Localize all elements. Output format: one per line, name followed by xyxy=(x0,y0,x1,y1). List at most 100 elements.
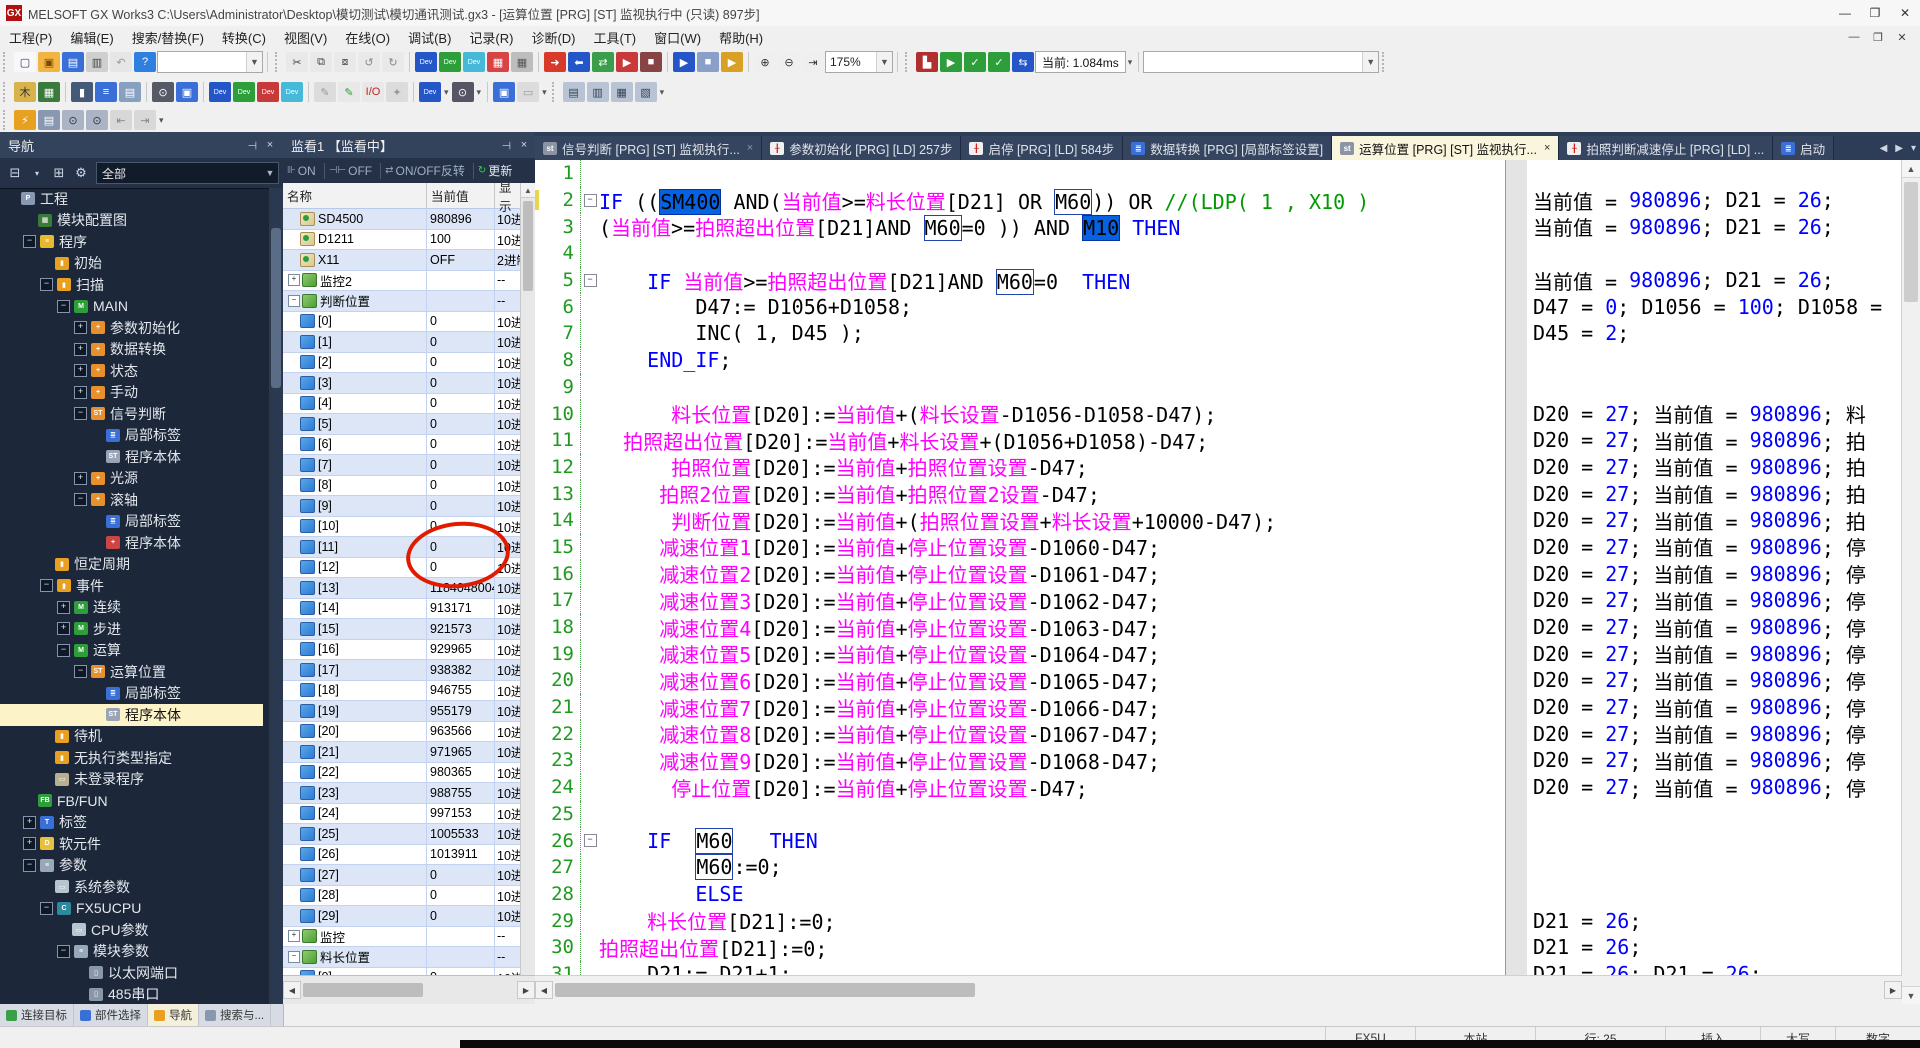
tree-item-以太网端口[interactable]: ▯以太网端口 xyxy=(0,962,263,984)
tree-expander-icon[interactable]: − xyxy=(74,493,87,506)
forced-io-icon[interactable]: ✦ xyxy=(386,82,408,102)
watch-row-[2][interactable]: [2]010进 xyxy=(283,353,521,374)
undo-icon[interactable]: ↺ xyxy=(358,52,380,72)
redo-icon[interactable]: ↻ xyxy=(382,52,404,72)
watch-expander-icon[interactable]: − xyxy=(288,951,300,963)
code-line-14[interactable]: 14 判断位置[D20]:=当前值+(拍照位置设置+料长设置+10000-D47… xyxy=(535,507,1505,534)
code-line-9[interactable]: 9 xyxy=(535,374,1505,401)
code-line-15[interactable]: 15 减速位置1[D20]:=当前值+停止位置设置-D1060-D47; xyxy=(535,534,1505,561)
tree-item-模块配置图[interactable]: ▦模块配置图 xyxy=(0,210,263,232)
watch-current-value[interactable]: 0 xyxy=(427,558,495,578)
tree-item-状态[interactable]: ++状态 xyxy=(0,360,263,382)
watch-current-value[interactable]: 1184048004 xyxy=(427,578,495,598)
tree-expander-icon[interactable]: + xyxy=(74,364,87,377)
tree-expander-icon[interactable]: + xyxy=(57,622,70,635)
tree-item-光源[interactable]: ++光源 xyxy=(0,468,263,490)
watch-expander-icon[interactable]: − xyxy=(288,295,300,307)
code-line-30[interactable]: 30拍照超出位置[D21]:=0; xyxy=(535,934,1505,961)
watch-row-[0][interactable]: [0]010进 xyxy=(283,312,521,333)
watch-row-SD4500[interactable]: SD450098089610进 xyxy=(283,209,521,230)
tree-expander-icon[interactable]: − xyxy=(74,407,87,420)
tree-item-局部标签[interactable]: ≣局部标签 xyxy=(0,425,263,447)
watch-row-[8][interactable]: [8]010进 xyxy=(283,476,521,497)
scroll-left-icon[interactable]: ◀ xyxy=(283,981,301,999)
menu-item-8[interactable]: 诊断(D) xyxy=(522,26,584,49)
watch-current-value[interactable]: 0 xyxy=(427,353,495,373)
watch-current-value[interactable]: 0 xyxy=(427,886,495,906)
watch-hscrollbar[interactable]: ◀ ▶ xyxy=(283,975,535,1004)
watch-current-value[interactable]: OFF xyxy=(427,250,495,270)
watch-current-value[interactable]: 0 xyxy=(427,332,495,352)
tree-item-数据转换[interactable]: ++数据转换 xyxy=(0,339,263,361)
code-line-6[interactable]: 6 D47:= D1056+D1058; xyxy=(535,293,1505,320)
watch-current-value[interactable]: 0 xyxy=(427,373,495,393)
dropdown-arrow-icon[interactable]: ▾ xyxy=(442,87,451,98)
editor-tab-1[interactable]: ╂参数初始化 [PRG] [LD] 257步 xyxy=(762,136,961,160)
tree-item-参数[interactable]: −≡参数 xyxy=(0,855,263,877)
watch-row-[14][interactable]: [14]91317110进 xyxy=(283,599,521,620)
editor-tab-5[interactable]: ╂拍照判断减速停止 [PRG] [LD] ... xyxy=(1559,136,1773,160)
code-line-22[interactable]: 22 减速位置8[D20]:=当前值+停止位置设置-D1067-D47; xyxy=(535,720,1505,747)
watch-row-[5][interactable]: [5]010进 xyxy=(283,414,521,435)
tree-expander-icon[interactable]: − xyxy=(40,278,53,291)
watch-row-[16][interactable]: [16]92996510进 xyxy=(283,640,521,661)
settings-gear-icon[interactable]: ⚙ xyxy=(70,163,92,183)
tree-item-恒定周期[interactable]: ▮恒定周期 xyxy=(0,554,263,576)
code-line-24[interactable]: 24 停止位置[D20]:=当前值+停止位置设置-D47; xyxy=(535,774,1505,801)
code-line-7[interactable]: 7 INC( 1, D45 ); xyxy=(535,320,1505,347)
editor-tab-4[interactable]: st运算位置 [PRG] [ST] 监视执行...× xyxy=(1332,136,1559,160)
save-project-icon[interactable]: ▤ xyxy=(62,52,84,72)
watch-current-value[interactable]: 980365 xyxy=(427,763,495,783)
watch-row-[13][interactable]: [13]118404800410进 xyxy=(283,578,521,599)
dropdown-arrow-icon[interactable]: ▾ xyxy=(540,87,549,98)
monitor-stop-icon[interactable]: ■ xyxy=(697,52,719,72)
close-icon[interactable]: × xyxy=(261,139,279,151)
dropdown-arrow-icon[interactable]: ▾ xyxy=(475,87,484,98)
menu-item-2[interactable]: 搜索/替换(F) xyxy=(123,26,213,49)
convert-all-icon[interactable]: ▤ xyxy=(38,110,60,130)
editor-vscrollbar[interactable]: ▲▼ xyxy=(1901,160,1920,1004)
tree-item-运算位置[interactable]: −ST运算位置 xyxy=(0,661,263,683)
io-check-icon[interactable]: I/O xyxy=(362,82,384,102)
parameter-icon[interactable]: ▮ xyxy=(71,82,93,102)
watch-row-料长位置[interactable]: −料长位置-- xyxy=(283,947,521,968)
watch-current-value[interactable]: 997153 xyxy=(427,804,495,824)
watch-row-[6][interactable]: [6]010进 xyxy=(283,435,521,456)
tree-expander-icon[interactable]: − xyxy=(40,579,53,592)
watch-expander-icon[interactable]: + xyxy=(288,930,300,942)
watch-current-value[interactable]: 0 xyxy=(427,517,495,537)
watch-row-[26][interactable]: [26]101391110进 xyxy=(283,845,521,866)
zoom-level-combo[interactable]: 175%▼ xyxy=(825,51,893,73)
copy-icon[interactable]: ⧉ xyxy=(310,52,332,72)
watch-row-[17][interactable]: [17]93838210进 xyxy=(283,660,521,681)
tree-expander-icon[interactable]: − xyxy=(57,945,70,958)
watch-row-[3][interactable]: [3]010进 xyxy=(283,373,521,394)
undo-disabled-icon[interactable]: ↶ xyxy=(110,52,132,72)
maximize-button[interactable]: ❐ xyxy=(1860,1,1890,25)
tree-item-信号判断[interactable]: −ST信号判断 xyxy=(0,403,263,425)
scroll-right-icon[interactable]: ▶ xyxy=(517,981,535,999)
device-batch-icon[interactable]: Dev xyxy=(463,52,485,72)
dock-tab-连接目标[interactable]: 连接目标 xyxy=(0,1004,74,1026)
remote-run-icon[interactable]: ▶ xyxy=(616,52,638,72)
tree-expander-icon[interactable]: − xyxy=(74,665,87,678)
tree-filter-combo[interactable]: 全部▼ xyxy=(96,162,279,184)
tree-item-软元件[interactable]: +D软元件 xyxy=(0,833,263,855)
tree-expander-icon[interactable]: − xyxy=(40,902,53,915)
code-line-26[interactable]: 26− IF M60 THEN xyxy=(535,827,1505,854)
code-line-4[interactable]: 4 xyxy=(535,240,1505,267)
watch-row-[21][interactable]: [21]97196510进 xyxy=(283,742,521,763)
watch-row-[20][interactable]: [20]96356610进 xyxy=(283,722,521,743)
tree-item-FX5UCPU[interactable]: −CFX5UCPU xyxy=(0,898,263,920)
dock-tab-导航[interactable]: 导航 xyxy=(148,1004,199,1026)
watch-current-value[interactable]: 0 xyxy=(427,414,495,434)
watch-row-[1][interactable]: [1]010进 xyxy=(283,332,521,353)
device-tree-icon[interactable]: Dev xyxy=(281,82,303,102)
watch-row-[18][interactable]: [18]94675510进 xyxy=(283,681,521,702)
watch-tool-OFF[interactable]: ⊣⊢OFF xyxy=(329,164,372,178)
watch-close-icon[interactable]: × xyxy=(515,139,533,151)
tree-expand-icon[interactable]: ⊞ xyxy=(48,163,70,183)
tree-expander-icon[interactable]: + xyxy=(74,472,87,485)
menu-item-11[interactable]: 帮助(H) xyxy=(710,26,772,49)
watch-row-监控[interactable]: +监控-- xyxy=(283,927,521,948)
